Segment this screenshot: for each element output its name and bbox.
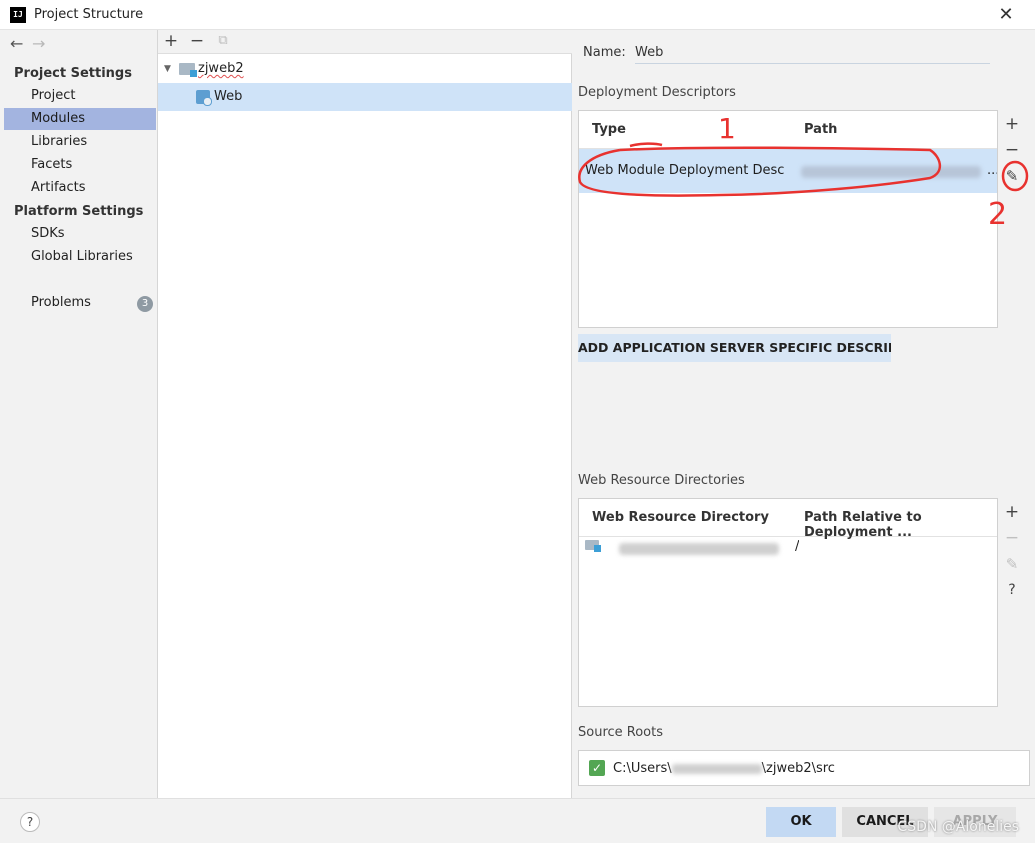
add-web-resource-button[interactable]: + [998, 502, 1026, 522]
tree-toolbar: + − ⧉ [158, 30, 572, 54]
copy-module-button[interactable]: ⧉ [213, 31, 233, 51]
table-header: Web Resource Directory Path Relative to … [579, 499, 1003, 540]
deployment-descriptors-title: Deployment Descriptors [578, 85, 736, 100]
back-arrow-icon[interactable]: ← [10, 34, 32, 53]
remove-module-button[interactable]: − [187, 31, 207, 51]
source-root-path: C:\Users\ \zjweb2\src [613, 761, 835, 776]
sidebar-item-modules[interactable]: Modules [4, 108, 156, 130]
nav-arrows: ← → [10, 34, 54, 53]
add-descriptor-button[interactable]: + [998, 114, 1026, 134]
tree-node-zjweb2[interactable]: ▼ zjweb2 [158, 55, 572, 83]
dialog-button-bar: ? OK CANCEL APPLY CSDN @Alonelies [0, 798, 1035, 843]
web-resource-side-toolbar: + − ✎ ? [997, 498, 1025, 707]
source-root-checkbox[interactable]: ✓ [589, 760, 605, 776]
csdn-watermark: CSDN @Alonelies [897, 819, 1019, 835]
web-facet-settings: Name: Web Deployment Descriptors Type Pa… [573, 30, 1035, 798]
source-roots-title: Source Roots [578, 725, 664, 740]
sidebar-item-artifacts[interactable]: Artifacts [4, 177, 156, 199]
sidebar-item-project[interactable]: Project [4, 85, 156, 107]
column-header-relative-path[interactable]: Path Relative to Deployment ... [804, 510, 1003, 540]
problems-count-badge: 3 [137, 296, 153, 312]
ok-button[interactable]: OK [766, 807, 836, 837]
module-folder-icon [179, 63, 197, 77]
project-settings-header: Project Settings [14, 66, 132, 81]
help-button[interactable]: ? [20, 812, 40, 832]
settings-sidebar: ← → Project Settings Project Modules Libr… [0, 30, 158, 798]
sidebar-item-libraries[interactable]: Libraries [4, 131, 156, 153]
web-resource-table: Web Resource Directory Path Relative to … [578, 498, 1003, 707]
redacted-path [801, 166, 981, 178]
name-field[interactable]: Web [635, 45, 990, 64]
add-server-descriptor-button[interactable]: ADD APPLICATION SERVER SPECIFIC DESCRIPT… [578, 334, 891, 362]
name-label: Name: [583, 45, 626, 60]
descriptors-side-toolbar: + − ✎ [997, 110, 1025, 328]
web-folder-icon [585, 540, 601, 552]
column-header-type[interactable]: Type [592, 122, 626, 137]
sidebar-item-problems[interactable]: Problems 3 [4, 292, 156, 314]
edit-descriptor-button[interactable]: ✎ [998, 166, 1026, 186]
descriptor-type-cell: Web Module Deployment Descri... [585, 163, 785, 178]
redacted-directory [619, 543, 779, 555]
tree-node-label: Web [214, 89, 243, 104]
platform-settings-header: Platform Settings [14, 204, 144, 219]
web-facet-icon [196, 90, 212, 106]
sidebar-item-facets[interactable]: Facets [4, 154, 156, 176]
table-header: Type Path [579, 111, 1003, 149]
column-header-path[interactable]: Path [804, 122, 837, 137]
tree-node-web[interactable]: Web [158, 83, 572, 111]
deployment-descriptors-table: Type Path Web Module Deployment Descri..… [578, 110, 1003, 328]
column-header-directory[interactable]: Web Resource Directory [592, 510, 769, 525]
remove-descriptor-button[interactable]: − [998, 140, 1026, 160]
title-bar: IJ Project Structure ✕ [0, 0, 1035, 30]
source-root-row[interactable]: ✓ C:\Users\ \zjweb2\src [578, 750, 1030, 786]
relative-path-cell: / [795, 539, 800, 554]
module-tree-pane: + − ⧉ ▼ zjweb2 Web [158, 30, 572, 798]
web-resource-directories-title: Web Resource Directories [578, 473, 745, 488]
help-icon[interactable]: ? [998, 580, 1026, 600]
forward-arrow-icon[interactable]: → [32, 34, 54, 53]
intellij-logo-icon: IJ [10, 7, 26, 23]
table-row[interactable]: Web Module Deployment Descri... ... [579, 149, 1003, 193]
tree-node-label: zjweb2 [198, 61, 244, 76]
sidebar-item-global-libraries[interactable]: Global Libraries [4, 246, 156, 268]
window-title: Project Structure [34, 7, 144, 22]
table-row[interactable]: / [579, 537, 1003, 559]
add-module-button[interactable]: + [161, 31, 181, 51]
close-icon[interactable]: ✕ [995, 4, 1017, 26]
problems-label: Problems [31, 295, 91, 310]
remove-web-resource-button[interactable]: − [998, 528, 1026, 548]
edit-web-resource-button[interactable]: ✎ [998, 554, 1026, 574]
expand-arrow-icon[interactable]: ▼ [164, 55, 171, 83]
sidebar-item-sdks[interactable]: SDKs [4, 223, 156, 245]
